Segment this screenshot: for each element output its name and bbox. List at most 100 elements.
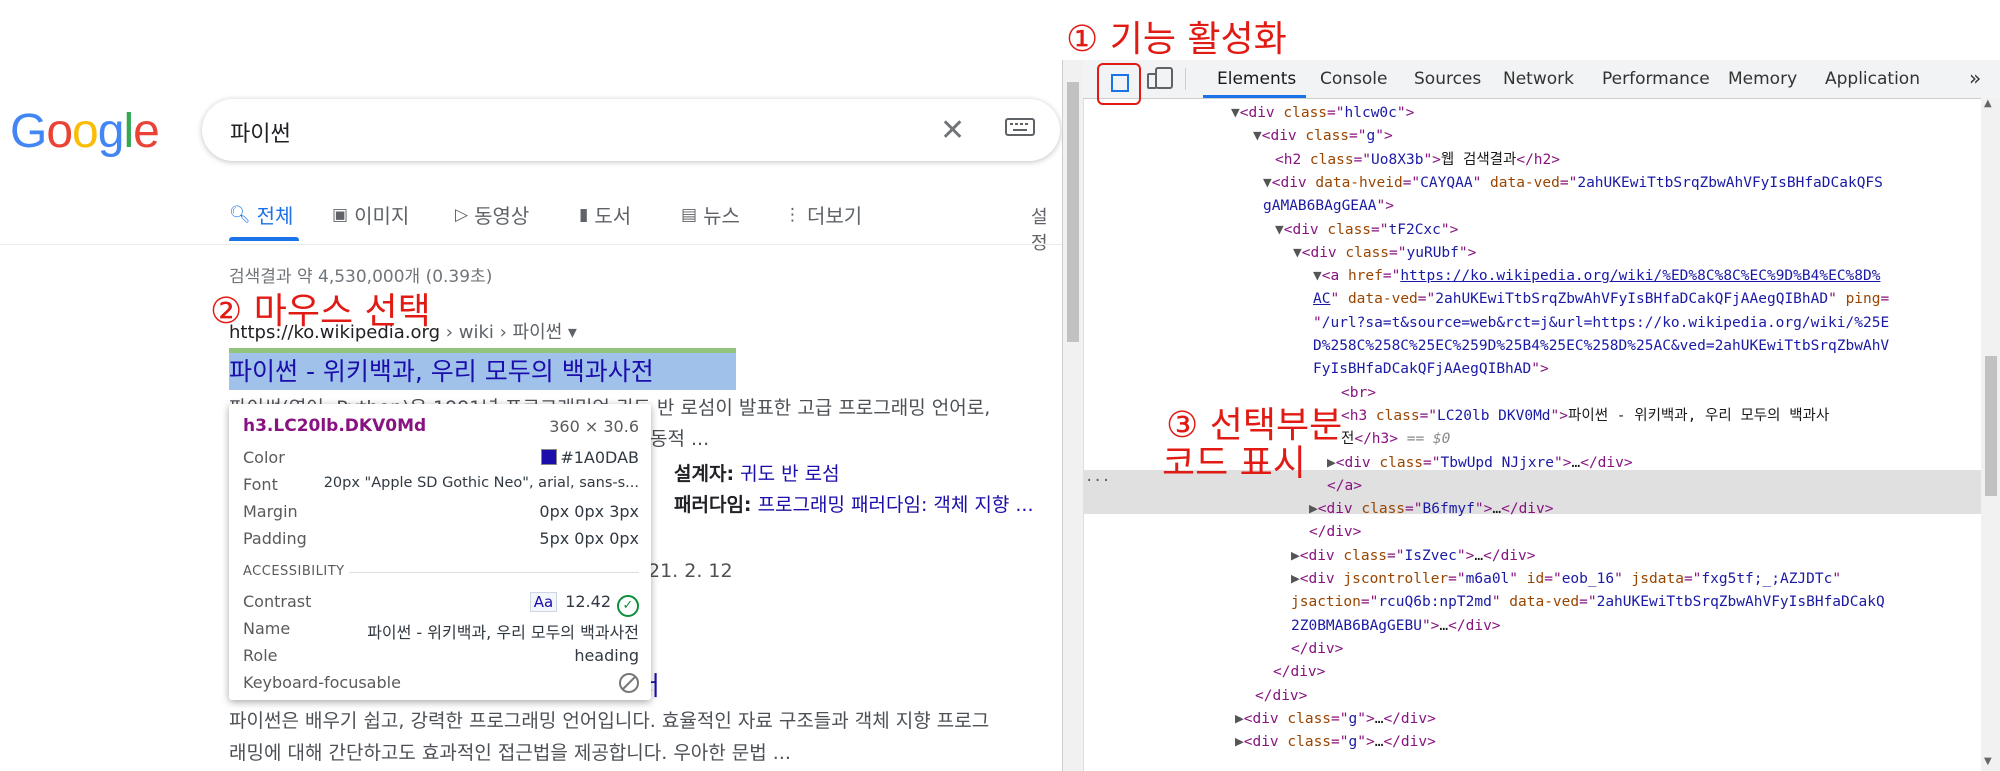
tab-news[interactable]: ▤ 뉴스 [681,200,740,229]
code-line[interactable]: </div> [1255,685,1307,707]
code-token: <div [1299,571,1344,587]
device-toolbar-icon[interactable] [1155,67,1173,89]
tab-network[interactable]: Network [1503,69,1574,89]
expand-triangle-icon[interactable]: ▶ [1291,571,1300,587]
code-line[interactable]: gAMAB6BAgGEAA"> [1263,195,1394,217]
code-token: eob_16 [1561,571,1615,587]
code-line[interactable]: </div> [1273,661,1325,683]
annotation-step1: ① 기능 활성화 [1066,19,1287,60]
tab-books[interactable]: ▮ 도서 [579,200,631,229]
code-line[interactable]: "/url?sa=t&source=web&rct=j&url=https://… [1313,312,1889,334]
tab-sources[interactable]: Sources [1414,69,1481,89]
code-token: </div> [1448,617,1501,634]
code-token: </a> [1327,477,1362,494]
code-token: " [1832,571,1842,587]
tab-all[interactable]: 🔍︎ 전체 [229,200,293,229]
code-line[interactable]: ▼<div class="yuRUbf"> [1293,242,1476,264]
google-search-page: Google 파이썬 ✕ 🔍︎ 전체 ▣ 이미지 ▷ 동영상 ▮ 도서 ▤ 뉴스 ⋮ 더보기… [0,0,1062,771]
scrollbar-thumb[interactable] [1985,356,1997,496]
keyboard-icon[interactable] [1005,116,1035,138]
code-token: id [1526,571,1545,587]
expand-triangle-icon[interactable]: ▼ [1253,128,1262,144]
tooltip-selector: h3.LC20lb.DKV0Md [243,416,427,436]
code-line[interactable]: D%258C%258C%25EC%259D%25B4%25EC%258D%25A… [1313,335,1889,357]
expand-triangle-icon[interactable]: ▼ [1293,245,1302,261]
code-line[interactable]: </div> [1309,521,1361,543]
code-token: 2Z0BMAB6BAgGEBU [1291,617,1422,634]
code-token: class [1283,105,1328,121]
expand-triangle-icon[interactable]: ▶ [1291,548,1300,564]
tab-elements[interactable]: Elements [1217,69,1296,89]
inspect-icon [1111,74,1129,92]
code-token: =" [1349,128,1367,145]
settings-link[interactable]: 설정 [1031,203,1062,255]
code-token: g [1366,128,1376,145]
code-line[interactable]: ▶<div class="B6fmyf">…</div> [1309,498,1554,520]
code-line[interactable]: jsaction="rcuQ6b:npT2md" data-ved="2ahUK… [1291,591,1885,613]
code-token: " [1509,571,1527,587]
expand-triangle-icon[interactable]: ▶ [1235,711,1244,727]
code-token: "> [1396,105,1415,121]
search-input[interactable]: 파이썬 [230,116,291,148]
tab-application[interactable]: Application [1825,69,1920,89]
expand-triangle-icon[interactable]: ▼ [1275,222,1284,238]
elements-scrollbar[interactable]: ▲ ▼ [1981,98,2000,771]
code-line[interactable]: <h2 class="Uo8X3b">웹 검색결과</h2> [1275,149,1560,171]
expand-triangle-icon[interactable]: ▼ [1313,268,1322,284]
paradigm-link[interactable]: 프로그래밍 패러다임: 객체 지향 ... [758,494,1034,516]
code-token: data-ved [1347,291,1418,308]
result-title-link[interactable]: 파이썬 - 위키백과, 우리 모두의 백과사전 [229,352,654,388]
expand-triangle-icon[interactable]: ▼ [1231,105,1240,121]
expand-triangle-icon[interactable]: ▶ [1309,501,1318,517]
more-tabs-icon[interactable]: » [1969,66,1981,90]
tab-more[interactable]: ⋮ 더보기 [784,200,862,229]
scroll-up-arrow-icon[interactable]: ▲ [1984,98,1992,109]
code-line[interactable]: ▼<div data-hveid="CAYQAA" data-ved="2ahU… [1263,172,1883,194]
scrollbar-thumb[interactable] [1067,82,1079,342]
code-line[interactable]: <h3 class="LC20lb DKV0Md">파이썬 - 위키백과, 우리… [1341,405,1829,427]
code-line[interactable]: ▼<div class="tF2Cxc"> [1275,219,1458,241]
designer-link[interactable]: 귀도 반 로섬 [740,463,839,485]
code-token: class [1287,710,1332,727]
code-line[interactable]: </div> [1291,638,1343,660]
tab-console[interactable]: Console [1320,69,1388,89]
code-line[interactable]: 2Z0BMAB6BAgGEBU">…</div> [1291,615,1501,637]
tab-label: 더보기 [807,204,863,228]
code-token: =" [1544,571,1562,587]
code-line[interactable]: <br> [1341,382,1376,404]
tab-videos[interactable]: ▷ 동영상 [455,200,529,229]
code-token: </div> [1383,734,1436,751]
code-line[interactable]: ▼<a href="https://ko.wikipedia.org/wiki/… [1313,265,1880,287]
tab-memory[interactable]: Memory [1728,69,1797,89]
tab-images[interactable]: ▣ 이미지 [332,200,409,229]
code-line[interactable]: ▶<div class="TbwUpd NJjxre">…</div> [1327,452,1633,474]
code-token: </div> [1483,547,1536,564]
code-token: == $0 [1398,431,1451,448]
page-scrollbar[interactable] [1063,60,1084,771]
code-line[interactable]: ▶<div class="g">…</div> [1235,708,1436,730]
code-line[interactable]: FyIsBHfaDCakQFjAAegQIBhAD"> [1313,358,1549,380]
code-line[interactable]: ▶<div class="g">…</div> [1235,731,1436,753]
scroll-down-arrow-icon[interactable]: ▼ [1984,756,1992,767]
inspect-tooltip: h3.LC20lb.DKV0Md 360 × 30.6 Color #1A0DAB… [229,404,651,700]
code-token: <div [1299,547,1344,564]
code-line[interactable]: ▼<div class="hlcw0c"> [1231,102,1414,124]
code-line[interactable]: 전</h3> == $0 [1341,428,1450,450]
code-line[interactable]: ▶<div jscontroller="m6a0l" id="eob_16" j… [1291,568,1841,590]
node-menu-icon[interactable]: ··· [1085,473,1110,489]
code-token: LC20lb DKV0Md [1437,407,1551,424]
code-line[interactable]: AC" data-ved="2ahUKEwiTtbSrqZbwAhVFyIsBH… [1313,288,1889,310]
expand-triangle-icon[interactable]: ▶ [1327,455,1336,471]
more-dots-icon: ⋮ [784,204,801,225]
tooltip-row-contrast: Contrast Aa 12.42 ✓ [243,592,639,617]
expand-triangle-icon[interactable]: ▶ [1235,734,1244,750]
code-line[interactable]: ▶<div class="IsZvec">…</div> [1291,545,1536,567]
code-line[interactable]: </a> [1327,475,1362,497]
tooltip-row-name: Name 파이썬 - 위키백과, 우리 모두의 백과사전 [243,619,639,643]
clear-icon[interactable]: ✕ [940,113,965,148]
search-box[interactable]: 파이썬 ✕ [202,99,1060,161]
tab-performance[interactable]: Performance [1602,69,1710,89]
code-line[interactable]: ▼<div class="g"> [1253,125,1393,147]
expand-triangle-icon[interactable]: ▼ [1263,175,1272,191]
google-logo[interactable]: Google [10,104,160,159]
